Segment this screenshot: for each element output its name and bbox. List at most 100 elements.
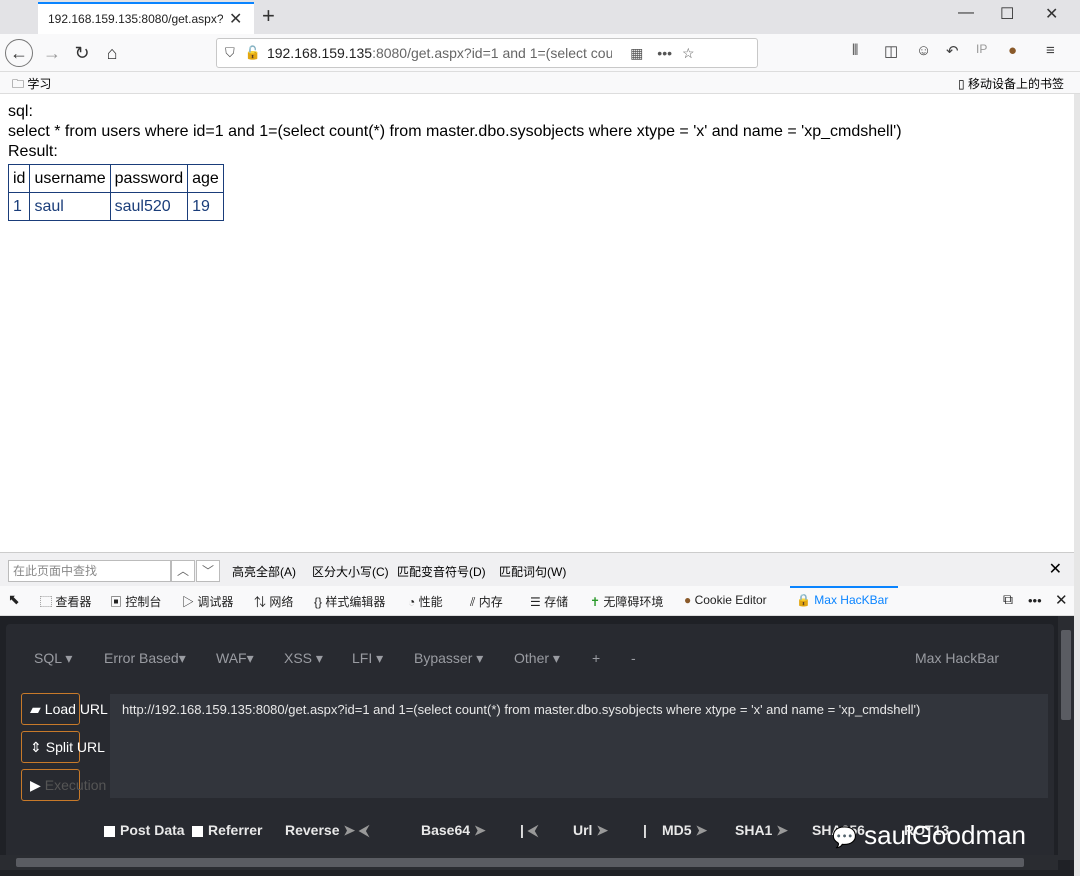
url-bar[interactable]: ⛉ 🔓 192.168.159.135 :8080/get.aspx?id=1 … <box>216 38 758 68</box>
bookmark-folder-label: 学习 <box>27 77 52 91</box>
scroll-thumb[interactable] <box>16 858 1024 867</box>
execution-button[interactable]: ▶ Execution <box>21 769 106 801</box>
menu-error-based[interactable]: Error Based▾ <box>104 650 186 667</box>
devtab-storage[interactable]: ☰ 存储 <box>530 593 568 610</box>
find-prev-icon[interactable]: ︿ <box>171 560 195 582</box>
mobile-icon: ▯ <box>958 77 965 91</box>
header-cell: id <box>7 164 31 193</box>
active-tab-indicator <box>790 586 898 588</box>
hackbar-panel: SQL ▾ Error Based▾ WAF▾ XSS ▾ LFI ▾ Bypa… <box>0 616 1080 876</box>
folder-icon: 🗀 <box>12 77 25 91</box>
sql-label: sql: <box>8 103 33 120</box>
devtools-menu-icon[interactable]: ••• <box>1028 593 1042 608</box>
table-header-row: id username password age <box>7 164 224 193</box>
menu-other[interactable]: Other ▾ <box>514 650 560 667</box>
vertical-scrollbar[interactable] <box>1058 616 1074 860</box>
split-icon: ⇕ <box>30 738 42 755</box>
match-case-option[interactable]: 区分大小写(C) <box>312 563 389 580</box>
devtab-memory[interactable]: ⫽ 内存 <box>470 593 503 610</box>
devtab-performance[interactable]: ◔ 性能 <box>408 593 443 610</box>
menu-waf[interactable]: WAF▾ <box>216 650 254 667</box>
home-icon[interactable]: ⌂ <box>98 39 126 67</box>
hackbar-title: Max HackBar <box>915 650 1000 666</box>
sha1-button[interactable]: SHA1 ➤ <box>735 822 788 839</box>
match-diacritics-option[interactable]: 匹配变音符号(D) <box>397 563 486 580</box>
tab-strip: 192.168.159.135:8080/get.aspx?i ✕ + — ☐ … <box>0 0 1080 34</box>
bookmarks-bar: 🗀 学习 ▯ 移动设备上的书签 <box>0 72 1080 94</box>
devtab-style-editor[interactable]: {} 样式编辑器 <box>314 593 385 610</box>
hackbar-body: SQL ▾ Error Based▾ WAF▾ XSS ▾ LFI ▾ Bypa… <box>6 624 1054 864</box>
devtab-debugger[interactable]: ▷ 调试器 <box>182 593 233 610</box>
load-url-button[interactable]: ▰ Load URL <box>21 693 108 725</box>
menu-remove[interactable]: - <box>631 650 636 666</box>
wechat-icon: 💬 <box>832 827 857 849</box>
reverse-button[interactable]: Reverse ➤ ⮜ <box>285 822 369 839</box>
pick-element-icon[interactable]: ⬉ <box>8 591 20 608</box>
find-input[interactable]: 在此页面中查找 <box>8 560 171 582</box>
page-actions-icon[interactable]: ••• <box>657 45 672 61</box>
highlight-all-option[interactable]: 高亮全部(A) <box>232 563 296 580</box>
header-cell: username <box>29 164 111 193</box>
ip-icon[interactable]: IP <box>976 42 987 56</box>
menu-bypasser[interactable]: Bypasser ▾ <box>414 650 483 667</box>
result-label: Result: <box>8 143 58 160</box>
menu-lfi[interactable]: LFI ▾ <box>352 650 383 667</box>
mobile-bookmarks[interactable]: ▯ 移动设备上的书签 <box>958 75 1064 92</box>
close-window-icon[interactable]: ✕ <box>1045 4 1058 24</box>
post-data-checkbox[interactable]: Post Data <box>104 822 185 838</box>
sidebar-icon[interactable]: ◫ <box>884 42 898 60</box>
scroll-thumb[interactable] <box>1061 630 1071 720</box>
split-url-button[interactable]: ⇕ Split URL <box>21 731 105 763</box>
forward-icon[interactable]: → <box>38 39 66 67</box>
menu-icon[interactable]: ≡ <box>1046 42 1055 59</box>
devtools-close-icon[interactable]: ✕ <box>1055 591 1068 609</box>
header-cell: password <box>109 164 189 193</box>
base64-button[interactable]: Base64 ➤ <box>421 822 486 839</box>
devtab-max-hackbar[interactable]: 🔒 Max HacKBar <box>796 593 888 607</box>
sql-text: select * from users where id=1 and 1=(se… <box>8 123 902 140</box>
back-icon[interactable]: ← <box>5 39 33 67</box>
url-host: 192.168.159.135 <box>266 45 373 61</box>
devtab-cookie-editor[interactable]: ● Cookie Editor <box>684 593 767 607</box>
find-close-icon[interactable]: ✕ <box>1049 559 1062 579</box>
devtab-console[interactable]: ▣ 控制台 <box>110 593 161 610</box>
browser-tab[interactable]: 192.168.159.135:8080/get.aspx?i ✕ <box>38 2 254 34</box>
url-textarea[interactable]: http://192.168.159.135:8080/get.aspx?id=… <box>110 694 1048 798</box>
devtab-inspector[interactable]: ⬚ 查看器 <box>40 593 91 610</box>
tab-close-icon[interactable]: ✕ <box>229 9 242 29</box>
referrer-checkbox[interactable]: Referrer <box>192 822 262 838</box>
nav-bar: ← → ↻ ⌂ ⛉ 🔓 192.168.159.135 :8080/get.as… <box>0 34 1080 72</box>
reload-icon[interactable]: ↻ <box>68 39 96 67</box>
shield-icon: ⛉ <box>225 45 235 60</box>
devtab-network[interactable]: ⇅ 网络 <box>254 593 293 610</box>
table-cell: saul <box>29 192 111 221</box>
table-cell: 1 <box>7 192 31 221</box>
undo-icon[interactable]: ↶ <box>946 42 959 60</box>
url-encode-button[interactable]: Url ➤ <box>573 822 608 839</box>
tab-title: 192.168.159.135:8080/get.aspx?i <box>48 12 223 26</box>
minimize-icon[interactable]: — <box>958 4 974 22</box>
bookmark-star-icon[interactable]: ☆ <box>682 45 695 62</box>
new-tab-icon[interactable]: + <box>262 3 275 29</box>
devtools-tabbar: ⬉ ⬚ 查看器 ▣ 控制台 ▷ 调试器 ⇅ 网络 {} 样式编辑器 ◔ 性能 ⫽… <box>0 586 1080 616</box>
whole-words-option[interactable]: 匹配词句(W) <box>499 563 566 580</box>
result-table: id username password age 1 saul saul520 … <box>7 164 224 221</box>
cookie-icon[interactable]: ● <box>1008 42 1017 59</box>
md5-button[interactable]: MD5 ➤ <box>662 822 707 839</box>
horizontal-scrollbar[interactable] <box>0 855 1058 870</box>
devtab-accessibility[interactable]: ✝ 无障碍环境 <box>590 593 663 610</box>
menu-add[interactable]: + <box>592 650 600 666</box>
insecure-lock-icon: 🔓 <box>244 45 261 60</box>
load-icon: ▰ <box>30 700 41 717</box>
library-icon[interactable]: ⫴ <box>852 42 858 59</box>
header-cell: age <box>187 164 224 193</box>
qr-code-icon[interactable]: ▦ <box>630 45 643 62</box>
menu-xss[interactable]: XSS ▾ <box>284 650 323 667</box>
dock-icon[interactable]: ⧉ <box>1003 591 1013 608</box>
avatar-icon[interactable]: ☺ <box>916 42 931 59</box>
find-next-icon[interactable]: ﹀ <box>196 560 220 582</box>
page-content: sql: select * from users where id=1 and … <box>7 102 902 221</box>
menu-sql[interactable]: SQL ▾ <box>34 650 72 667</box>
maximize-icon[interactable]: ☐ <box>1000 4 1014 24</box>
bookmark-folder[interactable]: 🗀 学习 <box>12 75 51 96</box>
